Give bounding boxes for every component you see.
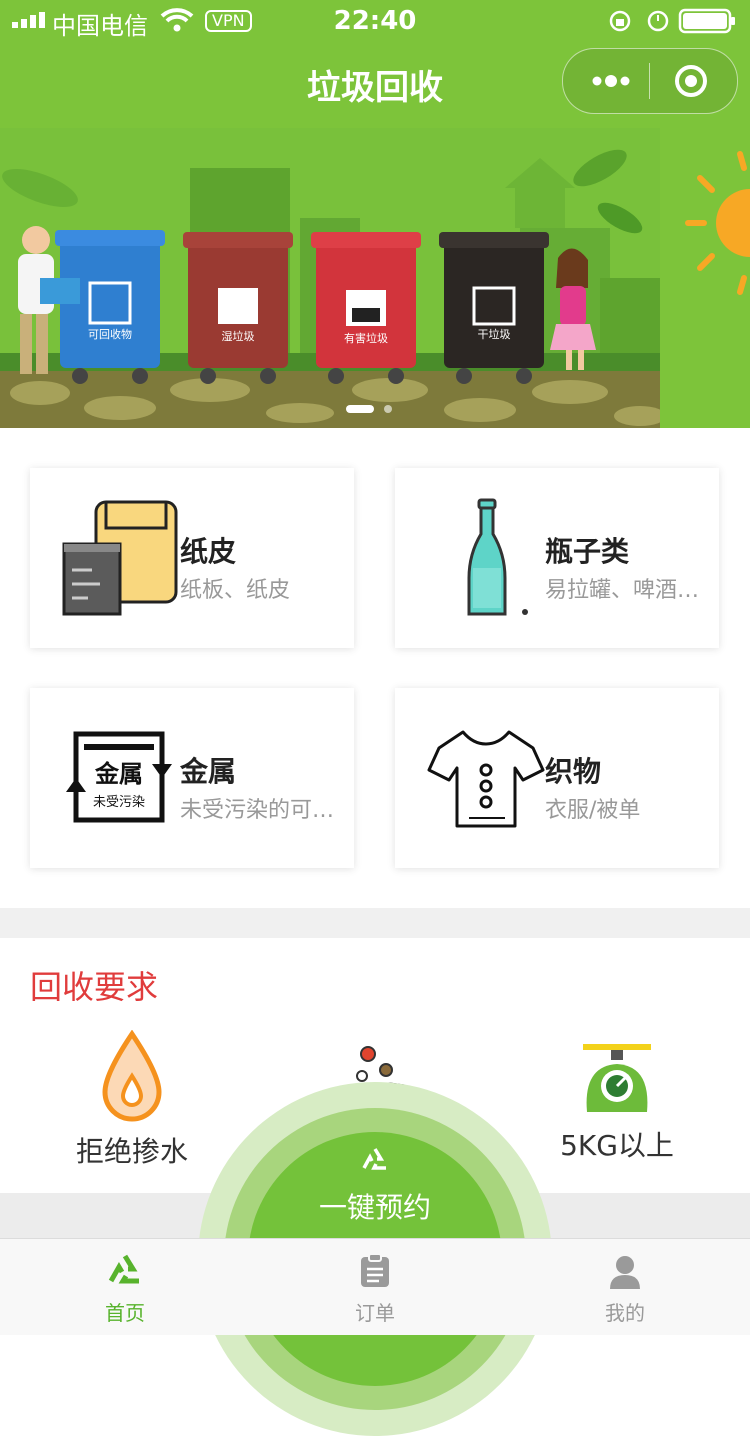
category-title: 纸皮 bbox=[180, 535, 237, 568]
banner-carousel[interactable]: 可回收物 湿垃圾 有害垃圾 干垃圾 bbox=[0, 128, 750, 428]
capsule-divider bbox=[649, 63, 650, 99]
paper-box-icon bbox=[62, 500, 178, 616]
tab-bar: 首页 订单 我的 bbox=[0, 1238, 750, 1335]
close-miniprogram-icon[interactable] bbox=[673, 63, 709, 99]
tshirt-icon bbox=[427, 730, 545, 828]
category-subtitle: 未受污染的可… bbox=[180, 798, 335, 823]
bin-label-dry: 干垃圾 bbox=[478, 327, 511, 341]
recycle-icon bbox=[108, 1254, 139, 1284]
tab-label: 订单 bbox=[355, 1301, 395, 1325]
battery-icon bbox=[609, 8, 735, 34]
scale-icon bbox=[583, 1044, 651, 1112]
category-card-fabric[interactable]: 织物 衣服/被单 bbox=[395, 688, 719, 868]
metal-icon-subtext: 未受污染 bbox=[93, 795, 145, 810]
category-title: 瓶子类 bbox=[545, 535, 630, 568]
bin-label-hazardous: 有害垃圾 bbox=[344, 331, 388, 345]
bin-label-wet: 湿垃圾 bbox=[222, 329, 255, 343]
category-subtitle: 易拉罐、啤酒… bbox=[545, 578, 700, 603]
metal-icon: 金属 未受污染 bbox=[66, 731, 172, 823]
requirement-label: 拒绝掺水 bbox=[75, 1135, 188, 1168]
carousel-indicator[interactable] bbox=[346, 398, 392, 417]
bottle-icon bbox=[467, 498, 528, 616]
carousel-dot-active[interactable] bbox=[346, 405, 374, 413]
bin-label-recyclable: 可回收物 bbox=[88, 327, 132, 341]
tab-profile[interactable]: 我的 bbox=[500, 1239, 750, 1335]
requirement-min-weight: 5KG以上 bbox=[517, 1040, 717, 1164]
category-title: 金属 bbox=[180, 755, 237, 788]
category-card-bottles[interactable]: 瓶子类 易拉罐、啤酒… bbox=[395, 468, 719, 648]
more-icon[interactable] bbox=[591, 65, 631, 97]
clipboard-icon bbox=[361, 1253, 389, 1287]
tab-label: 首页 bbox=[105, 1301, 145, 1325]
tab-orders[interactable]: 订单 bbox=[250, 1239, 500, 1335]
category-card-cardboard[interactable]: 纸皮 纸板、纸皮 bbox=[30, 468, 354, 648]
requirement-label: 5KG以上 bbox=[560, 1129, 674, 1162]
tab-home[interactable]: 首页 bbox=[0, 1239, 250, 1335]
garbage-sorting-illustration: 可回收物 湿垃圾 有害垃圾 干垃圾 bbox=[0, 128, 660, 428]
miniprogram-capsule bbox=[562, 48, 738, 114]
sun-illustration bbox=[660, 128, 750, 428]
requirement-no-water: 拒绝掺水 bbox=[32, 1029, 232, 1170]
appointment-button-label[interactable]: 一键预约 bbox=[248, 1186, 502, 1226]
water-drop-icon bbox=[102, 1029, 162, 1122]
user-icon bbox=[610, 1256, 640, 1289]
recycle-icon bbox=[362, 1148, 386, 1170]
tab-label: 我的 bbox=[605, 1301, 645, 1325]
section-divider bbox=[0, 908, 750, 938]
requirements-title: 回收要求 bbox=[30, 968, 159, 1006]
category-subtitle: 纸板、纸皮 bbox=[180, 578, 291, 603]
status-bar: 中国电信 VPN 22:40 bbox=[0, 0, 750, 40]
metal-icon-text: 金属 bbox=[94, 760, 143, 788]
carousel-dot[interactable] bbox=[384, 405, 392, 413]
category-title: 织物 bbox=[545, 755, 602, 788]
category-card-metal[interactable]: 金属 未受污染 金属 未受污染的可… bbox=[30, 688, 354, 868]
category-subtitle: 衣服/被单 bbox=[545, 798, 641, 823]
category-grid: 纸皮 纸板、纸皮 瓶子类 易拉罐、啤酒… 金属 未受污染 金属 未受污染的可… bbox=[0, 428, 750, 908]
